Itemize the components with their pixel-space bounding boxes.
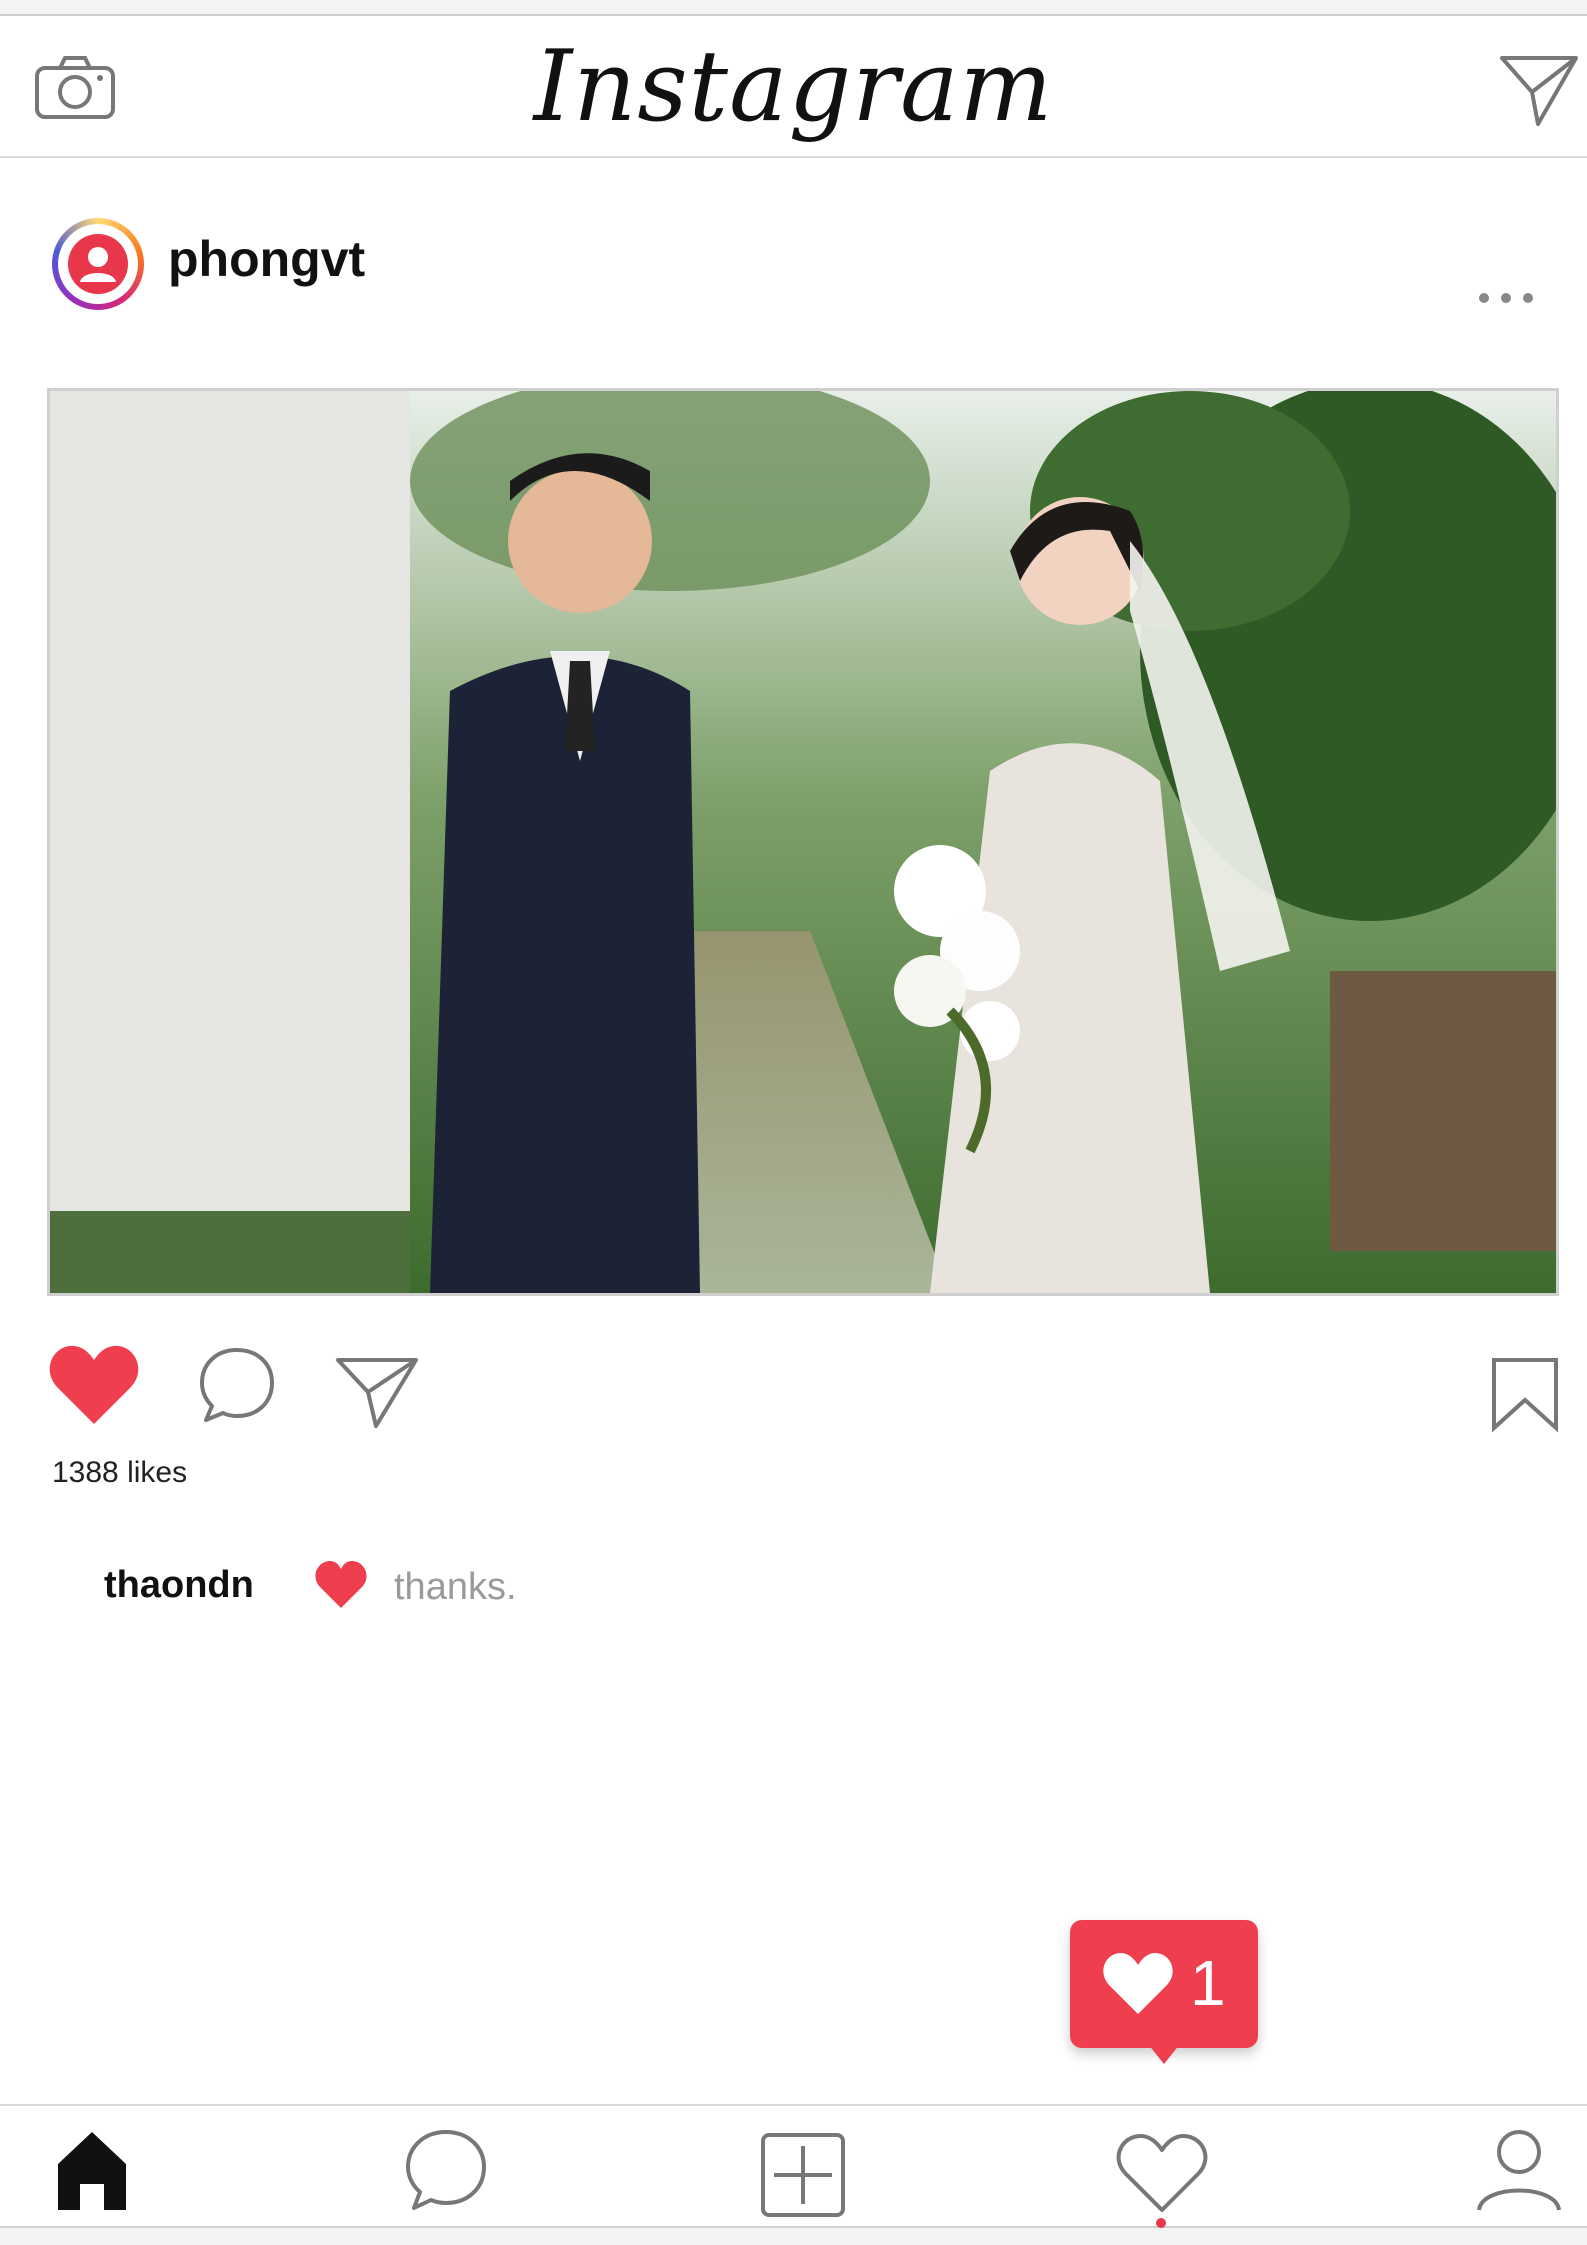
heart-outline-icon bbox=[1116, 2133, 1208, 2212]
app-logo: Instagram bbox=[533, 30, 1054, 144]
activity-indicator-dot bbox=[1156, 2218, 1166, 2228]
heart-icon bbox=[1102, 1952, 1174, 2016]
top-bar: Instagram bbox=[0, 16, 1587, 158]
comment-row: thaondn thanks. bbox=[0, 1552, 1587, 1612]
comment-button[interactable] bbox=[198, 1346, 276, 1429]
post-username[interactable]: phongvt bbox=[168, 230, 365, 288]
home-icon bbox=[58, 2132, 126, 2210]
activity-notification[interactable]: 1 bbox=[1070, 1920, 1258, 2064]
bookmark-icon bbox=[1492, 1358, 1558, 1433]
heart-icon bbox=[314, 1560, 368, 1610]
heart-icon bbox=[49, 1345, 139, 1424]
notification-tail bbox=[1148, 2044, 1180, 2064]
like-button[interactable] bbox=[48, 1344, 140, 1431]
person-icon bbox=[1477, 2130, 1561, 2211]
nav-add[interactable] bbox=[760, 2132, 846, 2223]
post-header: phongvt bbox=[0, 206, 1587, 326]
wedding-photo-placeholder bbox=[50, 391, 1556, 1293]
instagram-screen: Instagram phongvt 1388 likes thaondn tha… bbox=[0, 14, 1587, 2228]
comment-username[interactable]: thaondn bbox=[104, 1564, 254, 1607]
user-icon bbox=[80, 247, 116, 282]
avatar[interactable] bbox=[52, 218, 144, 310]
paper-plane-icon bbox=[336, 1358, 418, 1428]
comment-text: thanks. bbox=[394, 1566, 517, 1608]
plus-square-icon bbox=[761, 2133, 845, 2217]
nav-home[interactable] bbox=[54, 2128, 130, 2217]
avatar-ring-inner bbox=[58, 224, 138, 304]
post-photo[interactable] bbox=[47, 388, 1559, 1296]
more-options-icon[interactable] bbox=[1476, 288, 1536, 308]
avatar-bg bbox=[68, 234, 128, 294]
nav-activity[interactable] bbox=[1116, 2132, 1208, 2219]
save-button[interactable] bbox=[1490, 1356, 1560, 1437]
bottom-nav bbox=[0, 2104, 1587, 2230]
comment-bubble-icon bbox=[200, 1348, 274, 1422]
likes-count[interactable]: 1388 likes bbox=[52, 1456, 187, 1490]
notification-count: 1 bbox=[1190, 1947, 1226, 2019]
share-button[interactable] bbox=[334, 1352, 420, 1437]
nav-search[interactable] bbox=[404, 2128, 488, 2217]
speech-bubble-icon bbox=[406, 2130, 486, 2210]
paper-plane-icon[interactable] bbox=[1498, 48, 1580, 130]
nav-profile[interactable] bbox=[1474, 2126, 1564, 2219]
